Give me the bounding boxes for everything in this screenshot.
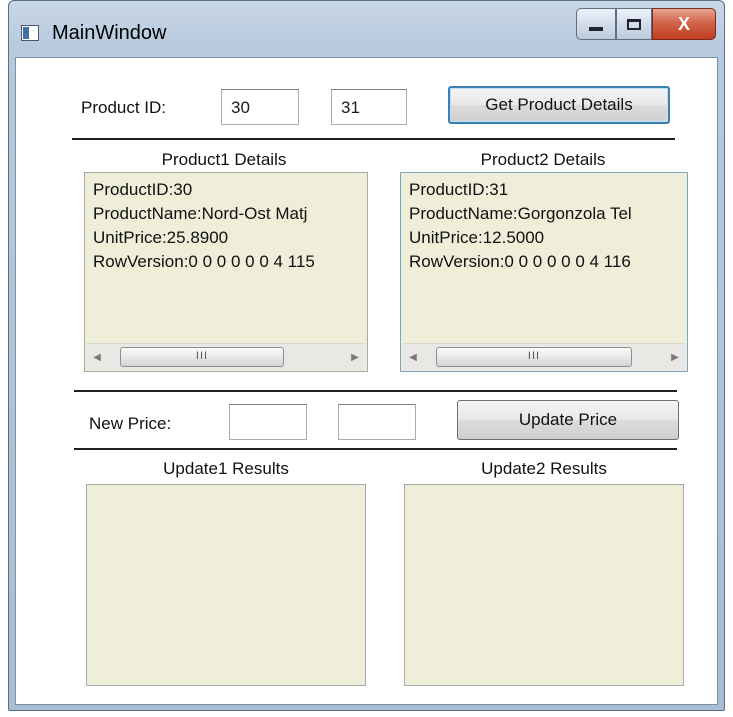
- scroll-left-arrow-icon[interactable]: ◀: [86, 344, 108, 370]
- product1-details-text: ProductID:30 ProductName:Nord-Ost Matj U…: [93, 178, 315, 274]
- main-window: MainWindow X Product ID: 30 31 Get Produ…: [8, 0, 725, 711]
- client-area: Product ID: 30 31 Get Product Details Pr…: [15, 57, 718, 705]
- product-id-label: Product ID:: [81, 98, 167, 117]
- product2-details-title: Product2 Details: [480, 150, 606, 169]
- product1-id: ProductID:30: [93, 180, 193, 199]
- title-bar[interactable]: MainWindow X: [9, 1, 724, 57]
- update2-results-box[interactable]: [404, 484, 684, 686]
- product1-row-version: RowVersion:0 0 0 0 0 0 4 115: [93, 252, 315, 271]
- minimize-icon: [589, 27, 603, 31]
- minimize-button[interactable]: [576, 8, 616, 40]
- product2-details-box[interactable]: ProductID:31 ProductName:Gorgonzola Tel …: [400, 172, 688, 372]
- product1-horizontal-scrollbar[interactable]: ◀ III ▶: [86, 343, 366, 370]
- product-id-2-input[interactable]: 31: [331, 89, 407, 125]
- close-button[interactable]: X: [652, 8, 716, 40]
- new-price-2-input[interactable]: [338, 404, 416, 440]
- caption-buttons: X: [576, 8, 716, 42]
- product2-horizontal-scrollbar[interactable]: ◀ III ▶: [402, 343, 686, 370]
- divider-top: [72, 138, 675, 140]
- product2-row-version: RowVersion:0 0 0 0 0 0 4 116: [409, 252, 631, 271]
- scroll-right-arrow-icon[interactable]: ▶: [664, 344, 686, 370]
- update-price-button[interactable]: Update Price: [457, 400, 679, 440]
- window-app-icon[interactable]: [21, 25, 39, 41]
- get-product-details-button[interactable]: Get Product Details: [448, 86, 670, 124]
- product2-details-text: ProductID:31 ProductName:Gorgonzola Tel …: [409, 178, 632, 274]
- new-price-1-input[interactable]: [229, 404, 307, 440]
- maximize-button[interactable]: [616, 8, 652, 40]
- product1-details-box[interactable]: ProductID:30 ProductName:Nord-Ost Matj U…: [84, 172, 368, 372]
- update1-results-title: Update1 Results: [163, 459, 289, 478]
- divider-middle: [74, 390, 677, 392]
- scrollbar-thumb[interactable]: III: [120, 347, 284, 367]
- window-title: MainWindow: [52, 22, 167, 44]
- update2-results-title: Update2 Results: [481, 459, 607, 478]
- maximize-icon: [627, 18, 641, 30]
- product2-name: ProductName:Gorgonzola Tel: [409, 204, 632, 223]
- close-icon: X: [677, 13, 690, 34]
- product2-id: ProductID:31: [409, 180, 509, 199]
- product-id-1-input[interactable]: 30: [221, 89, 299, 125]
- product1-unit-price: UnitPrice:25.8900: [93, 228, 229, 247]
- scrollbar-thumb[interactable]: III: [436, 347, 632, 367]
- product1-name: ProductName:Nord-Ost Matj: [93, 204, 308, 223]
- product1-details-title: Product1 Details: [161, 150, 287, 169]
- update1-results-box[interactable]: [86, 484, 366, 686]
- scroll-right-arrow-icon[interactable]: ▶: [344, 344, 366, 370]
- scroll-left-arrow-icon[interactable]: ◀: [402, 344, 424, 370]
- new-price-label: New Price:: [89, 414, 172, 433]
- product2-unit-price: UnitPrice:12.5000: [409, 228, 545, 247]
- divider-bottom: [74, 448, 677, 450]
